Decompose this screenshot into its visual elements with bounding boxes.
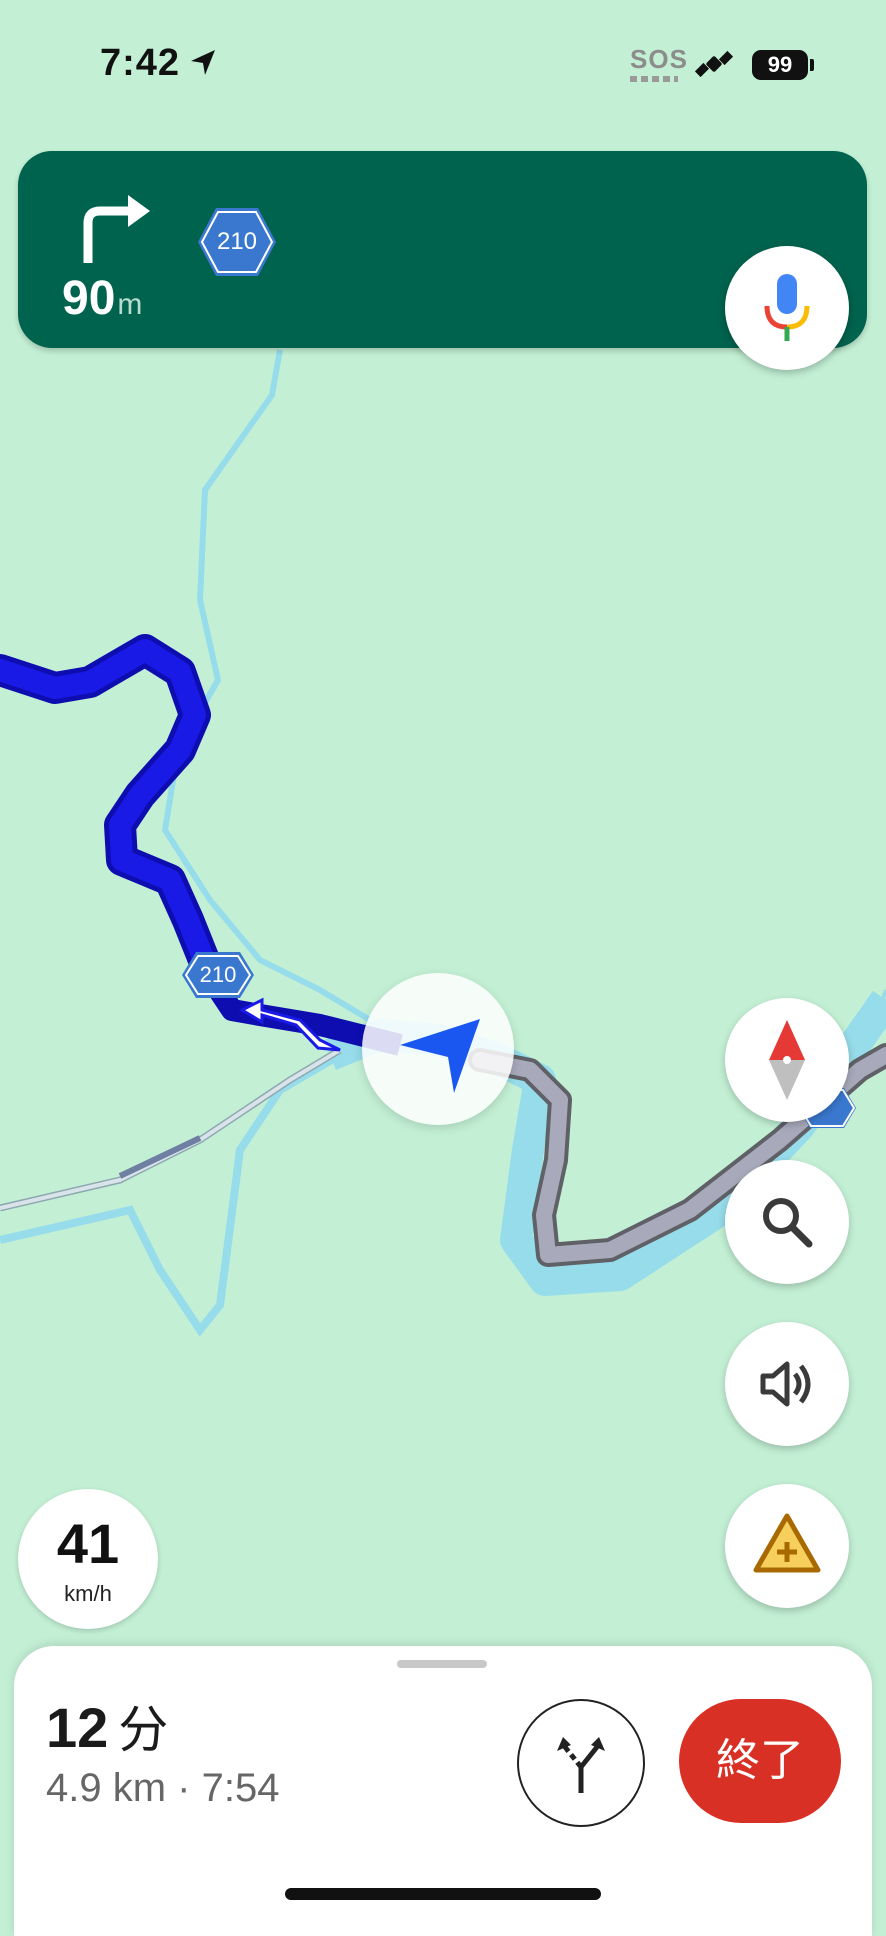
end-navigation-button[interactable]: 終了 xyxy=(679,1699,841,1823)
compass-button[interactable] xyxy=(725,998,849,1122)
trip-details: 4.9 km · 7:54 xyxy=(46,1766,280,1810)
status-time: 7:42 xyxy=(100,42,181,84)
duration-value: 12 xyxy=(46,1696,109,1759)
report-incident-button[interactable] xyxy=(725,1484,849,1608)
speaker-icon xyxy=(760,1361,811,1407)
secondary-road xyxy=(118,1135,202,1179)
current-location-puck xyxy=(362,973,514,1125)
satellite-icon xyxy=(694,50,734,78)
sheet-handle[interactable] xyxy=(397,1660,487,1668)
map-route-shield: 210 xyxy=(180,950,256,1000)
stream xyxy=(0,1051,343,1337)
sos-indicator: SOS xyxy=(630,44,688,74)
secondary-road xyxy=(0,1048,342,1210)
status-bar: 7:42 SOS 99 xyxy=(0,0,886,130)
compass-icon xyxy=(769,1020,805,1100)
speed-value: 41 xyxy=(56,1512,120,1575)
navigation-arrow-icon xyxy=(400,1019,480,1093)
route-shield: 210 xyxy=(196,206,278,278)
trip-duration: 12 分 xyxy=(46,1690,168,1762)
secondary-road xyxy=(0,1046,342,1212)
sound-button[interactable] xyxy=(725,1322,849,1446)
battery-tip xyxy=(810,59,814,71)
alternate-routes-icon xyxy=(557,1737,605,1793)
speedometer: 41 km/h xyxy=(18,1489,158,1629)
location-arrow-icon xyxy=(191,50,215,75)
alternate-routes-button[interactable] xyxy=(517,1699,645,1827)
map-route-number: 210 xyxy=(199,962,237,987)
search-button[interactable] xyxy=(725,1160,849,1284)
route-number: 210 xyxy=(216,228,258,255)
turn-distance: 90m xyxy=(62,271,142,326)
duration-unit: 分 xyxy=(118,1702,169,1758)
battery-indicator: 99 xyxy=(752,50,808,80)
search-icon xyxy=(763,1198,813,1248)
turn-right-icon xyxy=(83,195,150,263)
speed-unit: km/h xyxy=(64,1581,112,1606)
home-indicator[interactable] xyxy=(285,1888,601,1900)
report-incident-icon xyxy=(753,1513,821,1573)
sos-dots xyxy=(630,76,678,82)
microphone-icon xyxy=(764,274,810,341)
voice-search-button[interactable] xyxy=(725,246,849,370)
turn-distance-value: 90 xyxy=(62,272,116,325)
turn-distance-unit: m xyxy=(117,288,143,321)
